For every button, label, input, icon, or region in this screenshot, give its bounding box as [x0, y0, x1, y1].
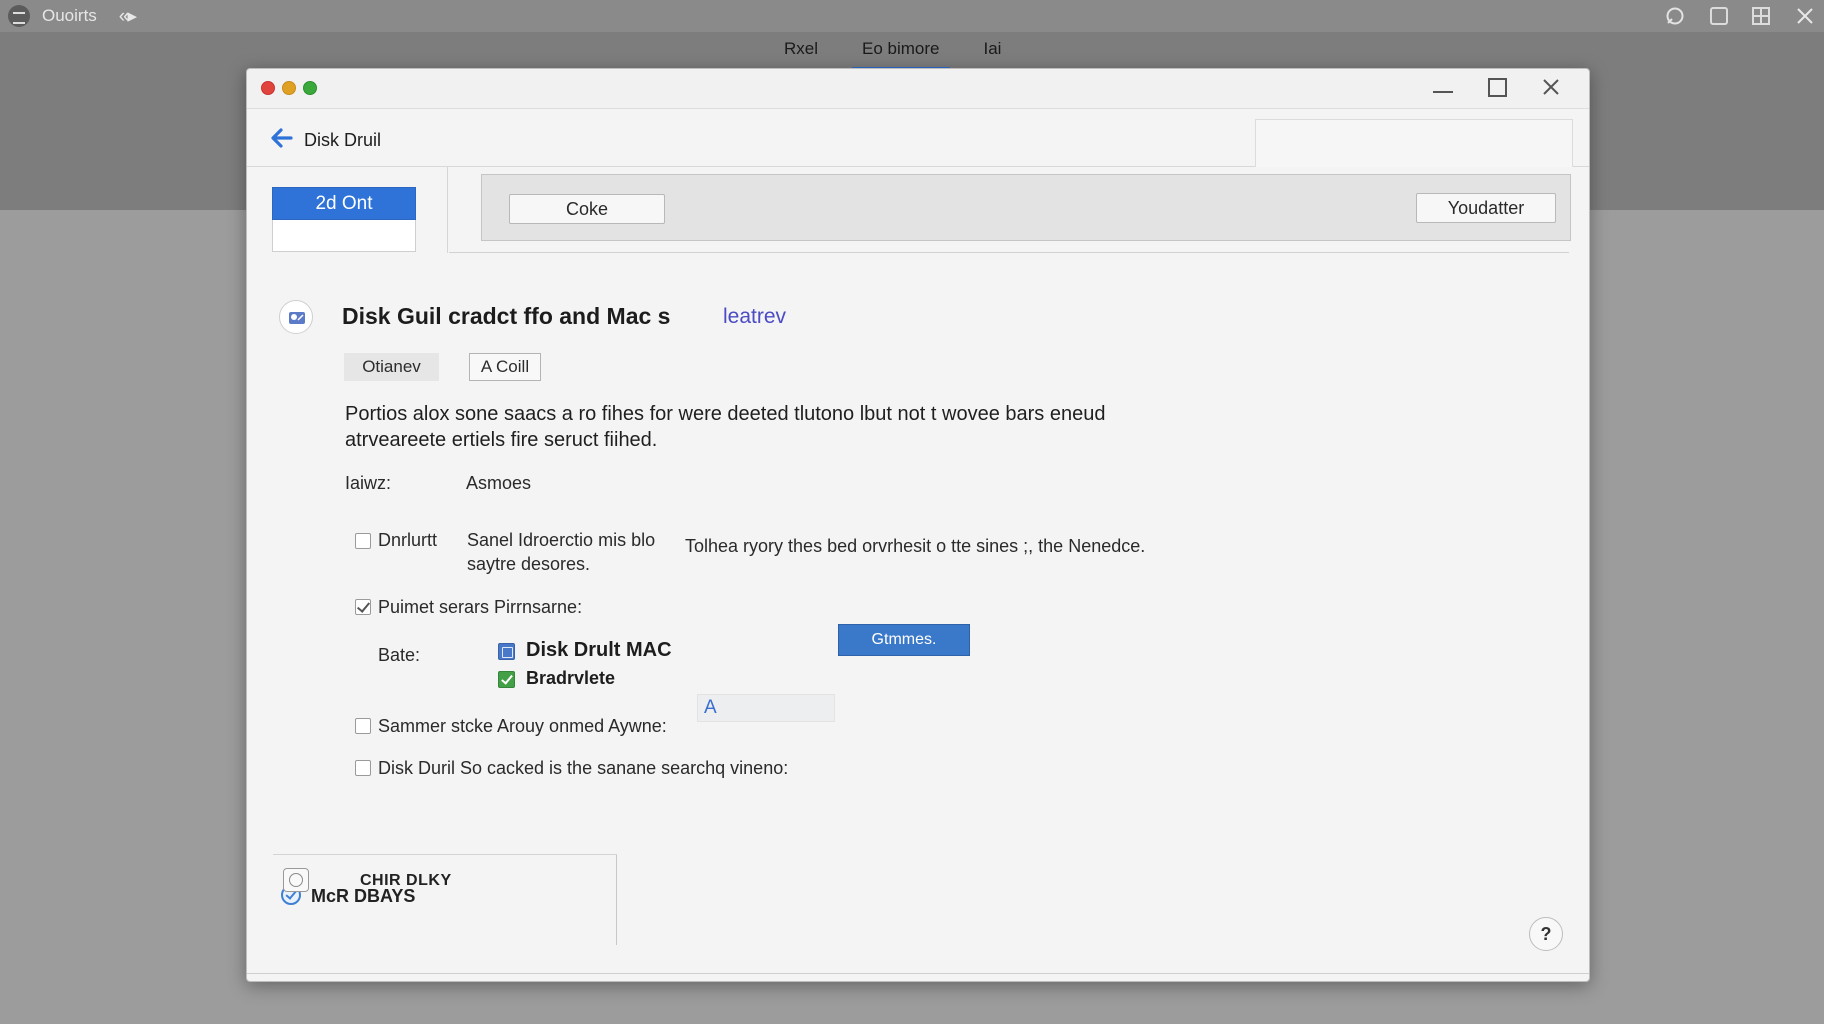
selector-button[interactable]: 2d Ont [272, 187, 416, 220]
check-badge-icon [498, 671, 515, 688]
option-sammer-label: Sammer stcke Arouy onmed Aywne: [378, 716, 667, 736]
base-item-disk[interactable]: Disk Drult MAC [526, 639, 672, 662]
description-text: Portios alox sone saacs a ro fihes for w… [345, 403, 1106, 451]
drive-item-label[interactable]: CHIR DLKY [360, 872, 452, 890]
window-tabs: Rxel Eo bimore Iai [780, 32, 1006, 69]
disk-drive-icon [498, 643, 515, 660]
minimize-icon[interactable] [1431, 75, 1455, 99]
youdatter-button[interactable]: Youdatter [1416, 193, 1556, 223]
section-divider [273, 854, 617, 855]
tab-eo-bimore[interactable]: Eo bimore [851, 35, 951, 69]
close-window-button[interactable] [261, 81, 275, 95]
window-controls [1431, 75, 1563, 99]
field-value: Asmoes [466, 473, 532, 493]
refresh-icon[interactable] [1664, 5, 1686, 27]
chip-otianev[interactable]: Otianev [344, 353, 439, 381]
window-title: Disk Druil [304, 130, 382, 150]
app-menu-icon[interactable] [8, 5, 30, 27]
system-bar: Ouoirts ‹‹▸ [0, 0, 1824, 32]
option-puimet-label: Puimet serars Pirrnsarne: [378, 597, 583, 617]
chip-a-coill[interactable]: A Coill [469, 353, 541, 381]
disk-icon [279, 300, 313, 334]
app-name[interactable]: Ouoirts [42, 6, 97, 26]
page-heading: Disk Guil cradct ffo and Mac s [342, 303, 671, 329]
option-dnrlurtt-desc-line1: Sanel Idroerctio mis blo [467, 530, 656, 550]
tab-rxel[interactable]: Rxel [780, 35, 822, 63]
drive-item-icon [283, 868, 309, 892]
field-label: Iaiwz: [345, 473, 392, 493]
option-dnrlurtt-checkbox[interactable] [355, 533, 371, 549]
main-window: Disk Druil 2d Ont Coke Youdatter Disk Gu… [246, 68, 1590, 982]
header-panel [1255, 119, 1573, 167]
help-button[interactable]: ? [1529, 917, 1563, 951]
minimize-window-button[interactable] [282, 81, 296, 95]
option-dnrlurtt-desc-line2: saytre desores. [467, 554, 591, 574]
selector-panel [272, 220, 416, 252]
vertical-divider [447, 167, 448, 253]
heading-link[interactable]: leatrev [723, 305, 786, 329]
toolbar-divider [449, 252, 1569, 253]
window-icon[interactable] [1710, 7, 1728, 25]
tab-iai[interactable]: Iai [980, 35, 1006, 63]
base-item-bradrvlete[interactable]: Bradrvlete [526, 668, 615, 689]
back-arrow-icon[interactable] [269, 127, 293, 149]
option-dnrlurtt-desc-inline: Tolhea ryory thes bed orvrhesit o tte si… [685, 536, 1146, 556]
traffic-lights [261, 81, 317, 95]
section-vertical-divider [616, 855, 617, 945]
close-icon[interactable] [1539, 75, 1563, 99]
option-puimet-checkbox[interactable] [355, 599, 371, 615]
option-disk-duril-label: Disk Duril So cacked is the sanane searc… [378, 758, 789, 778]
bottom-divider [247, 973, 1589, 974]
action-button[interactable]: Gtmmes. [838, 624, 970, 656]
base-label: Bate: [378, 645, 421, 665]
option-dnrlurtt-label: Dnrlurtt [378, 530, 438, 550]
option-sammer-checkbox[interactable] [355, 718, 371, 734]
nav-back-icon[interactable]: ‹‹▸ [119, 5, 137, 28]
window-header: Disk Druil [247, 109, 1589, 167]
coke-button[interactable]: Coke [509, 194, 665, 224]
option-disk-duril-checkbox[interactable] [355, 760, 371, 776]
maximize-icon[interactable] [1485, 75, 1509, 99]
grid-icon[interactable] [1752, 7, 1770, 25]
title-bar [247, 69, 1589, 109]
close-icon[interactable] [1794, 5, 1816, 27]
toolbar: Coke Youdatter [481, 174, 1571, 241]
system-bar-icons [1664, 0, 1816, 32]
base-value-field[interactable]: A [697, 694, 835, 722]
zoom-window-button[interactable] [303, 81, 317, 95]
